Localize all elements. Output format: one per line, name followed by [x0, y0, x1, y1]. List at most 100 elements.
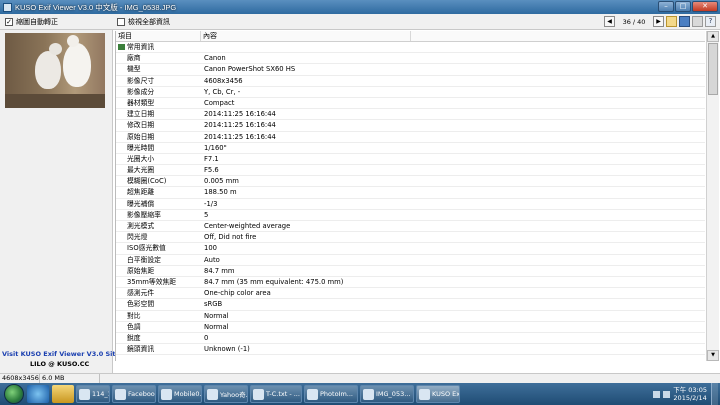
- internet-explorer-icon[interactable]: [27, 385, 49, 403]
- row-value: Center-weighted average: [204, 222, 291, 230]
- table-row[interactable]: 影像成分 Y, Cb, Cr, -: [116, 87, 705, 98]
- app-icon: [3, 2, 12, 12]
- task-label: KUSO Ex...: [432, 390, 460, 398]
- taskbar-task[interactable]: Yahoo奇...: [204, 385, 248, 403]
- print-icon[interactable]: [692, 16, 703, 27]
- minimize-button[interactable]: –: [658, 1, 674, 12]
- taskbar-task[interactable]: KUSO Ex...: [416, 385, 460, 403]
- group-row[interactable]: 常用資訊: [116, 42, 705, 54]
- taskbar-task[interactable]: PhotoIm...: [304, 385, 358, 403]
- table-row[interactable]: 影像壓縮率 5: [116, 210, 705, 221]
- show-all-checkbox[interactable]: 檢視全部資訊: [117, 17, 170, 27]
- table-row[interactable]: 機型 Canon PowerShot SX60 HS: [116, 64, 705, 76]
- row-item: 35mm等效焦距: [127, 277, 177, 286]
- prev-image-button[interactable]: ◀: [604, 16, 615, 27]
- table-row[interactable]: 色彩空間 sRGB: [116, 299, 705, 311]
- taskbar-task[interactable]: IMG_053...: [360, 385, 414, 403]
- row-value: Normal: [204, 322, 229, 331]
- row-item: 原始日期: [127, 132, 155, 141]
- checkbox-check-icon[interactable]: ✓: [5, 17, 13, 26]
- row-item: 最大光圈: [127, 166, 155, 175]
- row-item: ISO感光數值: [127, 244, 166, 253]
- clock[interactable]: 下午 03:05 2015/2/14: [673, 386, 707, 402]
- table-row[interactable]: 修改日期 2014:11:25 16:16:44: [116, 120, 705, 132]
- taskbar-task[interactable]: 114_1125: [76, 385, 110, 403]
- row-value: 2014:11:25 16:16:44: [204, 110, 276, 119]
- table-row[interactable]: 測光模式 Center-weighted average: [116, 221, 705, 233]
- scroll-down-icon[interactable]: ▼: [707, 350, 719, 361]
- start-button[interactable]: [4, 384, 24, 404]
- task-label: IMG_053...: [376, 390, 411, 398]
- status-dimensions: 4608x3456: [2, 374, 40, 383]
- row-item: 銳度: [127, 333, 141, 342]
- volume-icon[interactable]: [663, 390, 671, 398]
- table-row[interactable]: 光圈大小 F7.1: [116, 154, 705, 166]
- table-row[interactable]: 對比 Normal: [116, 311, 705, 322]
- toolbar: ✓ 縮圖自動轉正 檢視全部資訊 ◀ 36 / 40 ▶ ?: [0, 14, 720, 30]
- maximize-button[interactable]: □: [675, 1, 691, 12]
- vertical-scrollbar[interactable]: ▲ ▼: [706, 31, 719, 361]
- task-app-icon: [363, 388, 374, 400]
- row-item: 色彩空間: [127, 300, 155, 309]
- row-item: 感測元件: [127, 289, 155, 298]
- table-row[interactable]: 閃光燈 Off, Did not fire: [116, 232, 705, 244]
- table-row[interactable]: 銳度 0: [116, 333, 705, 345]
- table-row[interactable]: 影像尺寸 4608x3456: [116, 76, 705, 87]
- task-list: 114_1125 Faceboo... Mobile0... Yahoo奇... T-C…: [74, 385, 460, 403]
- row-value: Canon: [204, 54, 226, 63]
- table-row[interactable]: 廠商 Canon: [116, 53, 705, 65]
- table-row[interactable]: 原始日期 2014:11:25 16:16:44: [116, 132, 705, 143]
- visit-site-link[interactable]: Visit KUSO Exif Viewer V3.0 Site: [2, 350, 120, 358]
- task-label: Mobile0...: [174, 390, 202, 398]
- close-button[interactable]: ✕: [692, 1, 718, 12]
- checkbox-box-icon[interactable]: [117, 18, 125, 26]
- table-row[interactable]: 白平衡設定 Auto: [116, 255, 705, 266]
- column-header-content[interactable]: 內容: [201, 31, 411, 41]
- table-row[interactable]: 感測元件 One-chip color area: [116, 288, 705, 300]
- row-value: Y, Cb, Cr, -: [204, 87, 241, 96]
- tray-icon[interactable]: [653, 390, 661, 398]
- task-app-icon: [207, 388, 218, 400]
- taskbar-task[interactable]: T-C.txt - ...: [250, 385, 302, 403]
- taskbar-task[interactable]: Mobile0...: [158, 385, 202, 403]
- scroll-up-icon[interactable]: ▲: [707, 31, 719, 42]
- table-row[interactable]: 模糊圈(CoC) 0.005 mm: [116, 176, 705, 188]
- row-item: 曝光時間: [127, 143, 155, 152]
- table-row[interactable]: 超焦距離 188.50 m: [116, 187, 705, 199]
- table-row[interactable]: 曝光時間 1/160": [116, 143, 705, 154]
- taskbar-task[interactable]: Faceboo...: [112, 385, 156, 403]
- column-header-item[interactable]: 項目: [116, 31, 201, 41]
- row-value: F5.6: [204, 166, 219, 175]
- help-icon[interactable]: ?: [705, 16, 716, 27]
- table-row[interactable]: 建立日期 2014:11:25 16:16:44: [116, 109, 705, 121]
- row-item: 器材類型: [127, 98, 155, 107]
- next-image-button[interactable]: ▶: [653, 16, 664, 27]
- scroll-thumb[interactable]: [708, 43, 718, 95]
- image-counter: 36 / 40: [622, 17, 646, 26]
- row-value: 5: [204, 210, 209, 219]
- table-row[interactable]: 器材類型 Compact: [116, 98, 705, 110]
- table-body: 廠商 Canon 機型 Canon PowerShot SX60 HS 影像尺寸 4608…: [116, 53, 705, 356]
- row-item: 測光模式: [127, 222, 155, 230]
- auto-rotate-checkbox[interactable]: ✓ 縮圖自動轉正: [5, 17, 58, 27]
- row-value: 2014:11:25 16:16:44: [204, 121, 276, 130]
- table-row[interactable]: ISO感光數值 100: [116, 243, 705, 255]
- table-row[interactable]: 色調 Normal: [116, 322, 705, 333]
- save-icon[interactable]: [679, 16, 690, 27]
- table-row[interactable]: 最大光圈 F5.6: [116, 165, 705, 177]
- task-label: T-C.txt - ...: [266, 390, 300, 398]
- table-row[interactable]: 35mm等效焦距 84.7 mm (35 mm equivalent: 475.0…: [116, 277, 705, 289]
- table-row[interactable]: 鏡頭資訊 Unknown (-1): [116, 344, 705, 356]
- table-row[interactable]: 曝光補償 -1/3: [116, 199, 705, 210]
- task-app-icon: [419, 388, 430, 400]
- taskbar: 114_1125 Faceboo... Mobile0... Yahoo奇... T-C…: [0, 383, 720, 405]
- file-explorer-icon[interactable]: [52, 385, 74, 403]
- row-value: 100: [204, 244, 217, 253]
- row-item: 鏡頭資訊: [127, 345, 155, 354]
- row-value: 4608x3456: [204, 76, 243, 85]
- open-folder-icon[interactable]: [666, 16, 677, 27]
- left-panel: Visit KUSO Exif Viewer V3.0 Site LILO @ …: [0, 30, 120, 373]
- table-row[interactable]: 原始焦距 84.7 mm: [116, 266, 705, 277]
- row-value: 84.7 mm: [204, 266, 235, 275]
- show-desktop-button[interactable]: [711, 383, 718, 405]
